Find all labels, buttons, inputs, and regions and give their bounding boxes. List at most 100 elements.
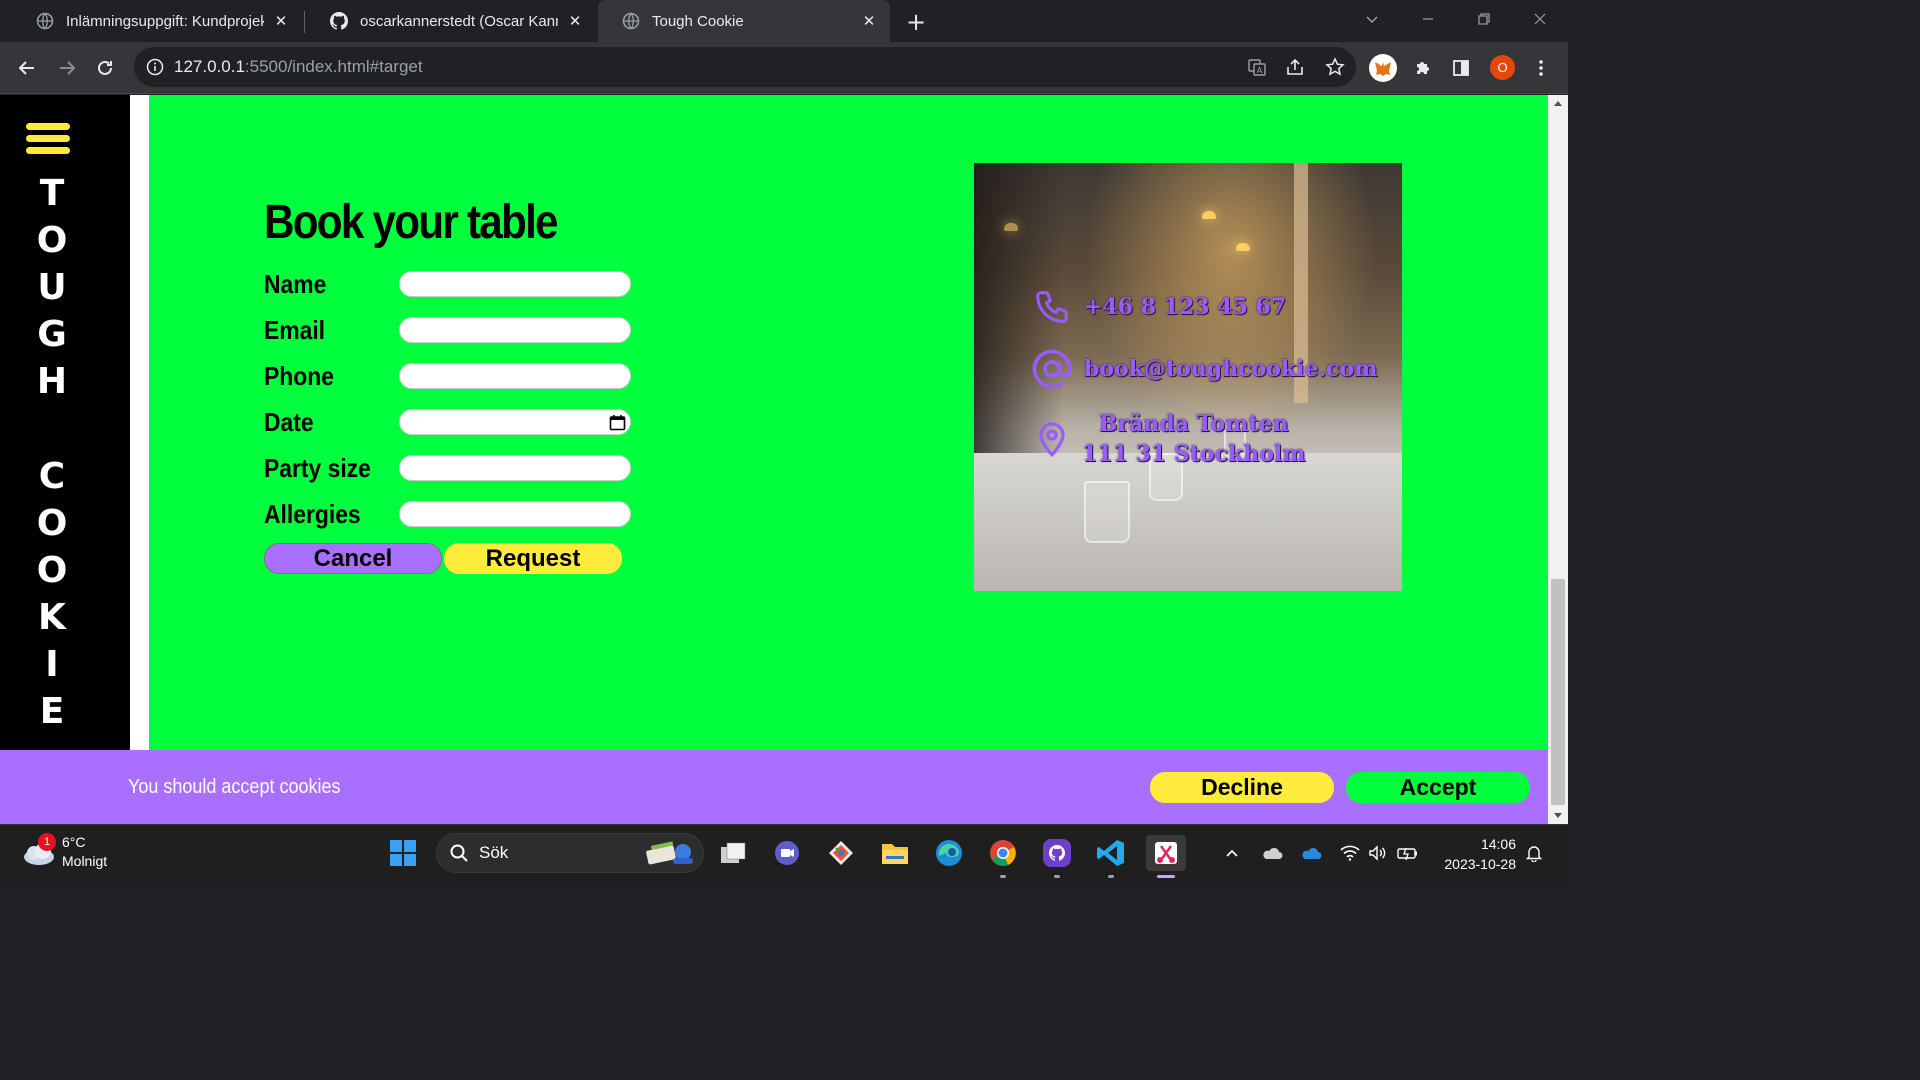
contact-email: book@toughcookie.com [1030,347,1378,391]
search-label: Sök [479,843,509,862]
teams-chat-icon[interactable] [770,836,804,870]
close-icon[interactable]: ✕ [566,12,584,30]
weather-desc: Molnigt [62,853,108,869]
search-icon [449,843,469,863]
task-view-icon[interactable] [716,836,750,870]
address-line-1: Brända Tomten [1098,411,1289,437]
share-icon[interactable] [1284,56,1306,78]
onedrive-business-icon[interactable] [1299,841,1323,865]
weather-widget[interactable]: 1 6°C Molnigt [22,833,107,871]
decline-cookies-button[interactable]: Decline [1150,772,1334,803]
tab-title: Tough Cookie [652,12,744,30]
brand-word-tough: T O U G H [36,173,68,402]
form-row-date: Date [264,407,631,437]
allergies-label: Allergies [264,498,361,529]
form-row-email: Email [264,315,631,345]
accept-cookies-button[interactable]: Accept [1346,772,1530,803]
file-explorer-icon[interactable] [878,836,912,870]
party-size-label: Party size [264,452,371,483]
form-row-party-size: Party size [264,453,631,483]
brand-word-cookie: C O O K I E [36,456,68,732]
email-label: Email [264,314,326,345]
sourcetree-icon[interactable] [824,836,858,870]
github-icon [330,12,348,30]
date-label: Date [264,406,314,437]
email-input[interactable] [399,317,631,343]
windows-taskbar: 1 6°C Molnigt Sök 14:06 2023-10-28 [0,824,1568,882]
wifi-icon[interactable] [1338,841,1362,865]
reload-button[interactable] [90,53,120,83]
scrollbar-thumb[interactable] [1551,579,1565,805]
cookie-message: You should accept cookies [128,776,341,798]
edge-browser-icon[interactable] [932,836,966,870]
running-indicator [1108,875,1114,878]
vscode-icon[interactable] [1094,836,1128,870]
tab-github[interactable]: oscarkannerstedt (Oscar Kannerstedt) ✕ [306,0,596,42]
taskbar-search[interactable]: Sök [436,833,704,873]
snipping-tool-icon[interactable] [1146,835,1186,871]
battery-icon[interactable] [1396,841,1420,865]
url-path: :5500/index.html#target [244,57,423,76]
back-button[interactable] [12,53,42,83]
notification-badge: 1 [38,833,56,851]
volume-icon[interactable] [1366,841,1390,865]
cancel-button[interactable]: Cancel [264,543,442,574]
profile-avatar[interactable]: O [1490,55,1515,80]
running-indicator-active [1157,875,1175,878]
globe-icon [36,12,54,30]
chrome-browser-icon[interactable] [986,836,1020,870]
tab-tough-cookie[interactable]: Tough Cookie ✕ [598,0,890,42]
date-input[interactable] [399,409,631,435]
hamburger-menu-icon[interactable] [26,123,70,155]
running-indicator [1000,875,1006,878]
location-pin-icon [1030,417,1074,461]
request-button[interactable]: Request [444,543,622,574]
calendar-icon[interactable] [609,414,626,431]
scroll-down-arrow-icon[interactable] [1548,808,1568,824]
phone-input[interactable] [399,363,631,389]
translate-icon[interactable]: A [1246,56,1268,78]
email-address[interactable]: book@toughcookie.com [1084,356,1378,382]
phone-number[interactable]: +46 8 123 45 67 [1084,294,1286,320]
name-label: Name [264,268,327,299]
page-scrollbar[interactable] [1548,95,1568,824]
menu-kebab-icon[interactable] [1526,53,1556,83]
globe-icon [622,12,640,30]
svg-text:A: A [1257,66,1263,75]
tab-inlamningsuppgift[interactable]: Inlämningsuppgift: Kundprojekt ✕ [12,0,302,42]
new-tab-button[interactable]: + [902,8,930,36]
phone-icon [1030,285,1074,329]
windows-start-icon[interactable] [386,836,420,870]
minimize-button[interactable] [1408,6,1448,32]
info-icon[interactable] [146,58,164,76]
sidebar-divider [130,95,149,750]
name-input[interactable] [399,271,631,297]
scroll-up-arrow-icon[interactable] [1548,95,1568,111]
party-size-input[interactable] [399,455,631,481]
show-hidden-icons-chevron-icon[interactable] [1220,841,1244,865]
notification-bell-icon[interactable] [1522,841,1546,865]
address-bar[interactable]: 127.0.0.1:5500/index.html#target A [134,47,1356,87]
page-viewport: T O U G H C O O K I E Book your table Na… [0,95,1548,824]
bookmark-star-icon[interactable] [1324,56,1346,78]
close-icon[interactable]: ✕ [860,12,878,30]
tab-search-button[interactable] [1352,6,1392,32]
metamask-extension-icon[interactable] [1368,53,1398,83]
restore-button[interactable] [1464,6,1504,32]
onedrive-personal-icon[interactable] [1260,841,1284,865]
close-window-button[interactable] [1520,6,1560,32]
weather-temp: 6°C [62,834,86,850]
close-icon[interactable]: ✕ [272,12,290,30]
contact-phone: +46 8 123 45 67 [1030,285,1286,329]
github-desktop-icon[interactable] [1040,836,1074,870]
forward-button[interactable] [52,53,82,83]
side-panel-icon[interactable] [1446,53,1476,83]
system-clock[interactable]: 14:06 2023-10-28 [1430,834,1516,874]
form-row-phone: Phone [264,361,631,391]
tab-title: Inlämningsuppgift: Kundprojekt [66,12,264,30]
extensions-puzzle-icon[interactable] [1408,53,1438,83]
running-indicator [1054,875,1060,878]
address-line-2: 111 31 Stockholm [1082,441,1306,467]
page-title: Book your table [264,196,559,249]
allergies-input[interactable] [399,501,631,527]
